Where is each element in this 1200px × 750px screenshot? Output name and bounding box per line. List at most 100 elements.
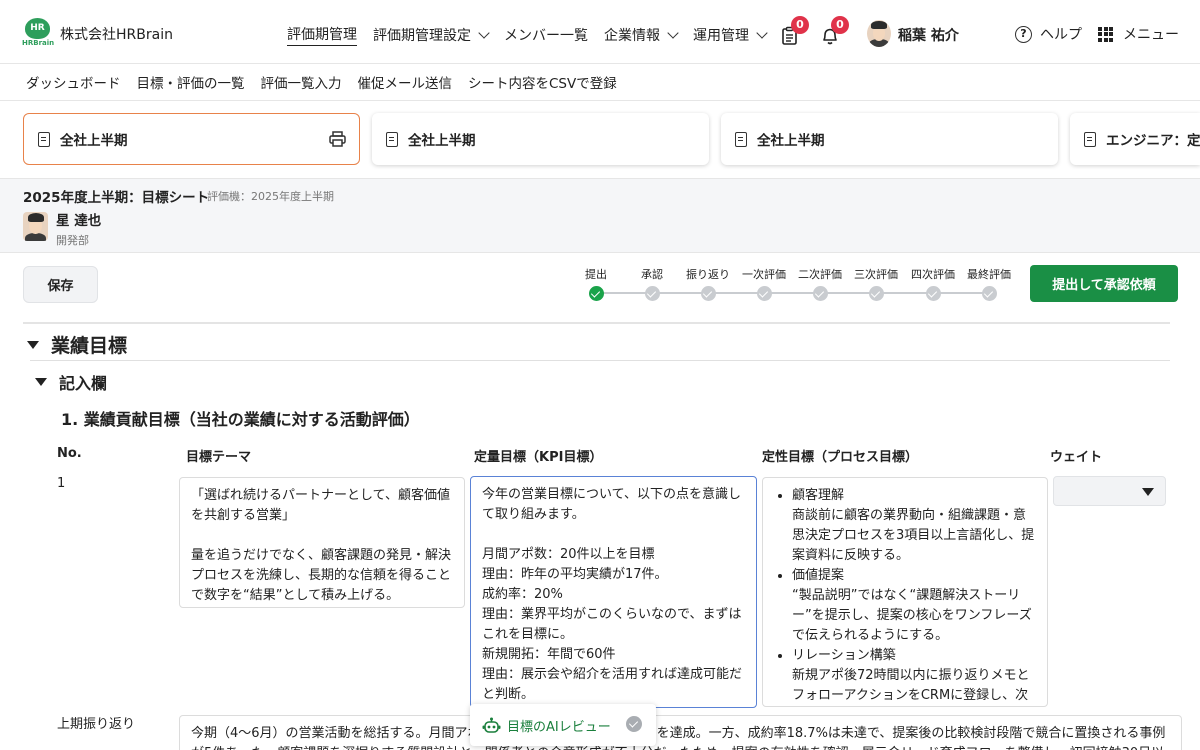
- nav-label: メンバー一覧: [504, 28, 588, 44]
- user-name[interactable]: 稲葉 祐介: [898, 25, 959, 45]
- sheet-card-label: 全社上半期: [757, 133, 825, 149]
- step-label: 提出: [585, 268, 607, 281]
- goal-title: 1. 業績貢献目標（当社の業績に対する活動評価）: [61, 410, 420, 429]
- kpi-goal-field[interactable]: 今年の営業目標について、以下の点を意識して取り組みます。 月間アポ数：20件以上…: [470, 476, 757, 708]
- list-item-body: “製品説明”ではなく“課題解決ストーリー”を提示し、提案の核心をワンフレーズで伝…: [792, 588, 1032, 643]
- help-button[interactable]: ? ヘルプ: [1015, 24, 1082, 44]
- caret-down-icon: [1142, 488, 1154, 496]
- weight-select[interactable]: [1053, 476, 1166, 506]
- list-item-title: 価値提案: [792, 568, 845, 583]
- list-item: 顧客理解商談前に顧客の業界動向・組織課題・意思決定プロセスを3項目以上言語化し、…: [792, 486, 1036, 566]
- qualitative-goal-list: 顧客理解商談前に顧客の業界動向・組織課題・意思決定プロセスを3項目以上言語化し、…: [774, 486, 1036, 706]
- hrbrain-logo[interactable]: HR HRBrain: [22, 18, 55, 49]
- caret-down-icon: [27, 340, 39, 349]
- document-badge: 0: [791, 16, 809, 34]
- step-second-eval: 二次評価: [792, 266, 848, 301]
- sub-nav: ダッシュボード 目標・評価の一覧 評価一覧入力 催促メール送信 シート内容をCS…: [0, 64, 1200, 101]
- subsection-toggle[interactable]: 記入欄: [35, 370, 107, 394]
- sheet-card[interactable]: エンジニア：定性: [1070, 113, 1200, 165]
- step-third-eval: 三次評価: [848, 266, 904, 301]
- nav-member-list[interactable]: メンバー一覧: [504, 24, 588, 46]
- menu-label: メニュー: [1123, 27, 1179, 43]
- document-icon: [1084, 131, 1096, 147]
- ai-review-button[interactable]: 目標のAIレビュー: [470, 704, 656, 746]
- col-header-no: No.: [57, 446, 82, 461]
- subnav-dashboard[interactable]: ダッシュボード: [26, 72, 121, 92]
- list-item-title: 顧客理解: [792, 488, 845, 503]
- subnav-bulk-input[interactable]: 評価一覧入力: [261, 72, 342, 92]
- nav-operation[interactable]: 運用管理: [693, 24, 768, 46]
- step-reflection: 振り返り: [680, 266, 736, 301]
- reflection-field[interactable]: 今期（4〜6月）の営業活動を総括する。月間アポ数は平均21件、新規開拓68件を達…: [179, 715, 1182, 750]
- list-item-body: 商談前に顧客の業界動向・組織課題・意思決定プロセスを3項目以上言語化し、提案資料…: [792, 508, 1035, 563]
- sheet-card-label: エンジニア：定性: [1106, 133, 1200, 149]
- col-header-weight: ウェイト: [1050, 450, 1103, 465]
- document-icon: [38, 131, 50, 147]
- grid-menu-icon: [1098, 26, 1113, 42]
- logo-mark: HR: [25, 18, 50, 39]
- nav-label: 評価期管理設定: [373, 28, 471, 44]
- divider: [23, 322, 1170, 324]
- sheet-card-list: 全社上半期 全社上半期 全社上半期 エンジニア：定性: [0, 101, 1200, 178]
- goal-theme-field[interactable]: 「選ばれ続けるパートナーとして、顧客価値を共創する営業」 量を追うだけでなく、顧…: [179, 477, 465, 608]
- check-circle-icon: [981, 286, 997, 301]
- sheet-title: 2025年度上半期：目標シート: [23, 190, 210, 206]
- robot-icon: [482, 717, 501, 733]
- check-circle-icon: [588, 286, 604, 301]
- nav-label: 企業情報: [604, 28, 660, 44]
- step-label: 振り返り: [686, 268, 730, 281]
- menu-button[interactable]: メニュー: [1098, 24, 1179, 44]
- row-number: 1: [57, 476, 66, 491]
- check-circle-icon: [644, 286, 660, 301]
- bell-notification-button[interactable]: 0: [821, 16, 849, 46]
- submit-approval-button[interactable]: 提出して承認依頼: [1030, 265, 1178, 302]
- sheet-card-label: 全社上半期: [60, 133, 128, 149]
- list-item-body: 新規アポ後72時間以内に振り返りメモとフォローアクションをCRMに登録し、次回接…: [792, 668, 1030, 703]
- nav-evaluation-settings[interactable]: 評価期管理設定: [373, 24, 490, 46]
- nav-company-info[interactable]: 企業情報: [604, 24, 679, 46]
- subnav-goal-list[interactable]: 目標・評価の一覧: [137, 72, 245, 92]
- sheet-period: 評価機：2025年度上半期: [207, 190, 334, 203]
- col-header-theme: 目標テーマ: [186, 450, 252, 465]
- subnav-csv-import[interactable]: シート内容をCSVで登録: [468, 72, 617, 92]
- section-title: 業績目標: [51, 335, 128, 357]
- subnav-reminder-mail[interactable]: 催促メール送信: [358, 72, 453, 92]
- sheet-card[interactable]: 全社上半期: [372, 113, 709, 165]
- nav-evaluation-period[interactable]: 評価期管理: [287, 24, 357, 46]
- logo-wordmark: HRBrain: [22, 39, 55, 47]
- nav-label: 運用管理: [693, 28, 749, 44]
- document-icon: [735, 131, 747, 147]
- save-button[interactable]: 保存: [23, 266, 98, 303]
- step-label: 承認: [641, 268, 663, 281]
- check-circle-icon: [868, 286, 884, 301]
- check-circle-icon: [626, 716, 642, 732]
- member-name: 星 達也: [56, 213, 102, 229]
- company-name: 株式会社HRBrain: [60, 27, 173, 43]
- member-avatar: [23, 212, 48, 241]
- printer-icon[interactable]: [329, 131, 346, 147]
- user-avatar[interactable]: [867, 20, 891, 47]
- step-fourth-eval: 四次評価: [905, 266, 961, 301]
- list-item: リレーション構築新規アポ後72時間以内に振り返りメモとフォローアクションをCRM…: [792, 646, 1036, 706]
- col-header-kpi: 定量目標（KPI目標）: [474, 450, 603, 465]
- chevron-down-icon: [478, 26, 490, 39]
- step-submit: 提出: [568, 266, 624, 301]
- subsection-title: 記入欄: [59, 374, 108, 393]
- sheet-card[interactable]: 全社上半期: [23, 113, 360, 165]
- step-final-eval: 最終評価: [961, 266, 1017, 301]
- check-circle-icon: [812, 286, 828, 301]
- check-circle-icon: [700, 286, 716, 301]
- chevron-down-icon: [756, 26, 768, 39]
- col-header-qualitative: 定性目標（プロセス目標）: [762, 450, 919, 465]
- sheet-info: 2025年度上半期：目標シート 評価機：2025年度上半期 星 達也 開発部: [0, 178, 1200, 253]
- ai-review-label: 目標のAIレビュー: [507, 719, 611, 735]
- section-toggle[interactable]: 業績目標: [27, 331, 127, 358]
- main-nav: 評価期管理 評価期管理設定 メンバー一覧 企業情報 運用管理: [287, 24, 782, 46]
- help-label: ヘルプ: [1040, 27, 1082, 43]
- chevron-down-icon: [667, 26, 679, 39]
- list-item-title: リレーション構築: [792, 648, 896, 663]
- qualitative-goal-field[interactable]: 顧客理解商談前に顧客の業界動向・組織課題・意思決定プロセスを3項目以上言語化し、…: [762, 477, 1048, 707]
- document-notification-button[interactable]: 0: [781, 16, 809, 46]
- sheet-card[interactable]: 全社上半期: [721, 113, 1058, 165]
- caret-down-icon: [35, 378, 47, 386]
